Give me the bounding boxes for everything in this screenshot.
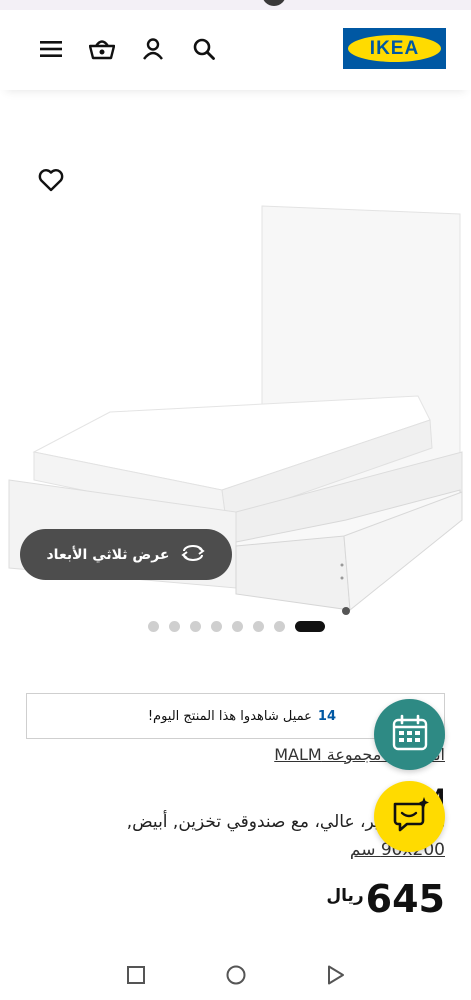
account-icon[interactable] xyxy=(140,36,166,62)
gallery-dot[interactable] xyxy=(148,621,159,632)
gallery-dot[interactable] xyxy=(211,621,222,632)
gallery-dot[interactable] xyxy=(274,621,285,632)
calendar-button[interactable] xyxy=(374,699,445,770)
gallery-dot-active[interactable] xyxy=(295,621,325,632)
logo-text: IKEA xyxy=(369,37,420,59)
viewers-text: عميل شاهدوا هذا المنتج اليوم! xyxy=(147,708,312,724)
gallery-pagination[interactable] xyxy=(148,621,325,632)
circle-icon[interactable] xyxy=(225,964,247,986)
app-header: IKEA xyxy=(0,10,471,90)
ikea-logo[interactable]: IKEA xyxy=(343,28,446,69)
search-icon[interactable] xyxy=(191,36,217,62)
menu-icon[interactable] xyxy=(38,36,64,62)
price-amount: 645 xyxy=(365,877,445,921)
status-bar xyxy=(0,0,471,10)
triangle-back-icon[interactable] xyxy=(325,964,347,986)
viewers-count: 14 xyxy=(317,708,336,724)
rotate-3d-icon xyxy=(180,544,206,566)
system-navigation-bar xyxy=(0,950,471,1000)
calendar-icon xyxy=(391,714,429,756)
chat-sparkle-icon xyxy=(390,795,430,839)
price-currency: ريال xyxy=(326,886,364,906)
square-icon[interactable] xyxy=(125,964,147,986)
view-3d-button[interactable]: عرض ثلاثي الأبعاد xyxy=(20,529,232,580)
heart-icon[interactable] xyxy=(38,168,64,194)
chat-assistant-button[interactable] xyxy=(374,781,445,852)
basket-icon[interactable] xyxy=(89,36,115,62)
product-price: ريال 645 xyxy=(326,880,445,918)
gallery-dot[interactable] xyxy=(253,621,264,632)
view-3d-label: عرض ثلاثي الأبعاد xyxy=(46,546,170,563)
camera-notch xyxy=(262,0,286,6)
gallery-dot[interactable] xyxy=(232,621,243,632)
gallery-dot[interactable] xyxy=(169,621,180,632)
gallery-dot[interactable] xyxy=(190,621,201,632)
